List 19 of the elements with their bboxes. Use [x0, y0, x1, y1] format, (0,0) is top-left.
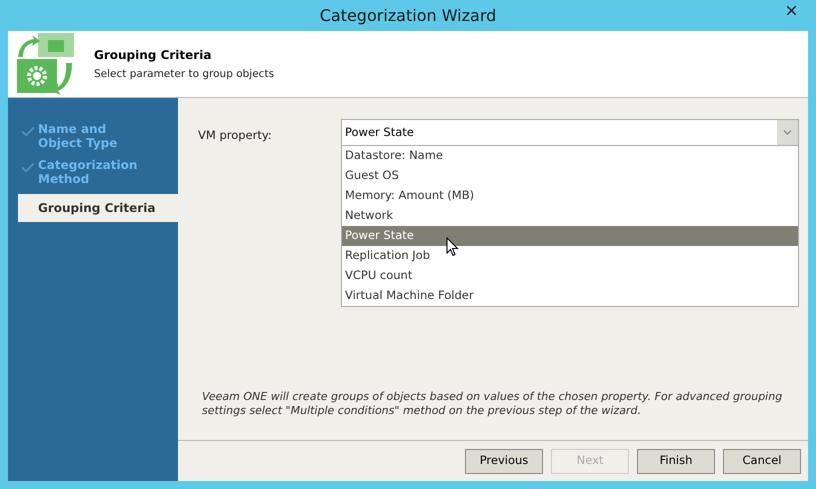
help-note: Veeam ONE will create groups of objects based on values of the chosen property. For advanced grouping settings select "Multiple conditions" method on the previous step of the wizard. — [202, 390, 784, 418]
wizard-button[interactable]: Cancel — [723, 448, 801, 474]
dropdown-option[interactable]: VCPU count — [342, 266, 798, 286]
dropdown-option[interactable]: Datastore: Name — [342, 146, 798, 166]
dropdown-option[interactable]: Virtual Machine Folder — [342, 286, 798, 306]
page-subtitle: Select parameter to group objects — [94, 66, 274, 82]
dropdown-option[interactable]: Replication Job — [342, 246, 798, 266]
dropdown-option[interactable]: Network — [342, 206, 798, 226]
field-label: VM property: — [198, 127, 272, 144]
wizard-button[interactable]: Previous — [465, 448, 543, 474]
page-title: Grouping Criteria — [94, 46, 212, 64]
cursor-icon — [446, 237, 459, 257]
dropdown-option[interactable]: Power State — [342, 226, 798, 246]
property-dropdown[interactable]: Power State — [341, 119, 799, 146]
dropdown-option[interactable]: Memory: Amount (MB) — [342, 186, 798, 206]
wizard-step[interactable]: Grouping Criteria — [18, 194, 178, 222]
window-title: Categorization Wizard — [320, 4, 496, 26]
wizard-button[interactable]: Finish — [637, 448, 715, 474]
dropdown-option[interactable]: Guest OS — [342, 166, 798, 186]
